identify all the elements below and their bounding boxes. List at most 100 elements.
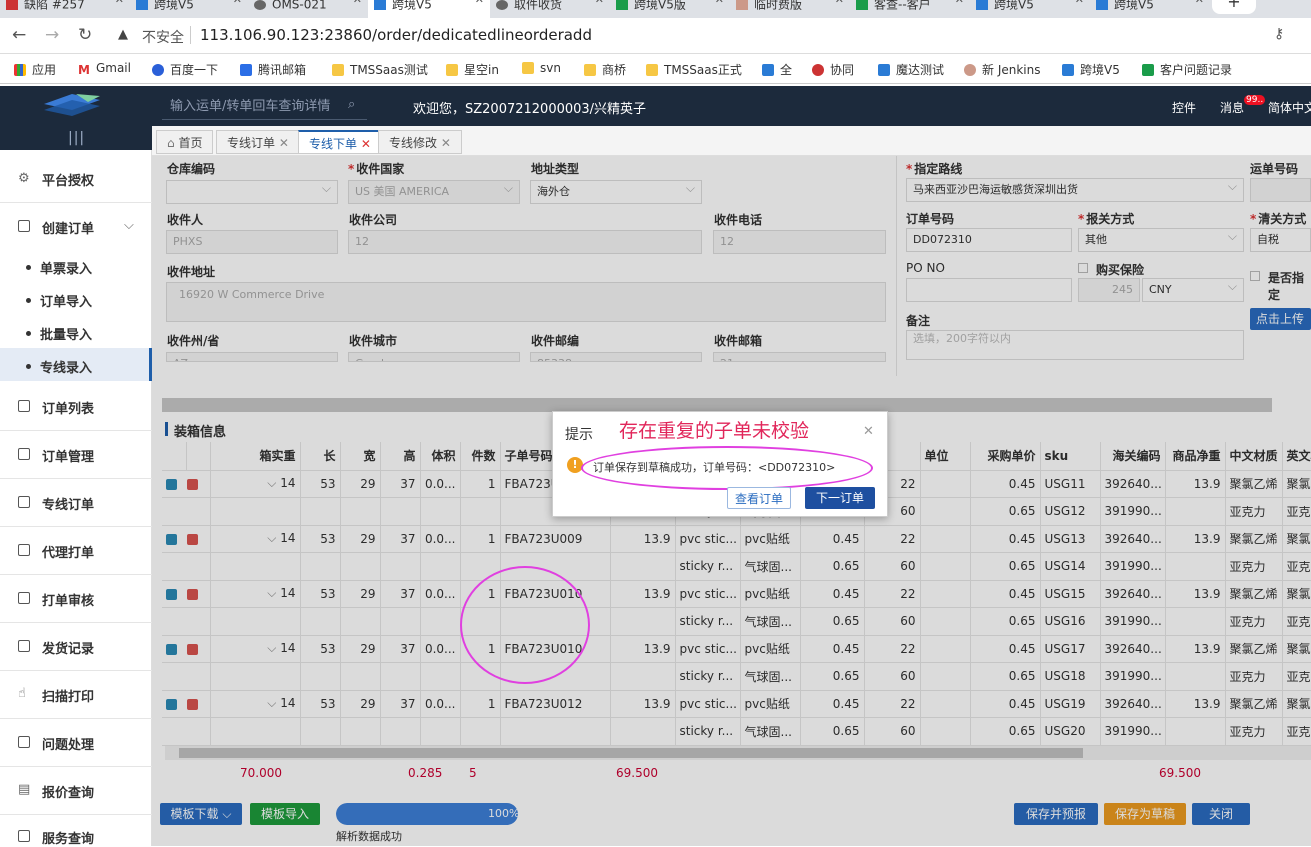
tab-favicon-icon (374, 0, 386, 10)
bookmark-item[interactable]: TMSSaas测试 (332, 61, 428, 78)
next-order-button[interactable]: 下一订单 (805, 487, 875, 509)
close-icon[interactable]: ✕ (835, 0, 844, 5)
key-icon[interactable]: ⚷ (1274, 26, 1284, 42)
page-tab-bar: ⌂ 首页 专线订单 ✕ 专线下单 ✕ 专线修改 ✕ (152, 126, 1311, 156)
bookmark-item[interactable]: 百度一下 (152, 61, 218, 78)
menu-toggle-icon[interactable]: ||| (68, 130, 85, 146)
annotation-text: 存在重复的子单未校验 (619, 420, 810, 442)
close-icon[interactable]: ✕ (715, 0, 724, 5)
bookmark-item[interactable]: TMSSaas正式 (646, 61, 742, 78)
bookmark-item[interactable]: 全 (762, 61, 792, 78)
bookmark-item[interactable]: M Gmail (78, 61, 131, 77)
close-icon[interactable]: ✕ (441, 136, 451, 150)
tab-favicon-icon (736, 0, 748, 10)
issue-icon (18, 736, 30, 748)
cowork-icon (812, 64, 824, 76)
tab-dedicated-add[interactable]: 专线下单 ✕ (298, 130, 382, 154)
browser-tab[interactable]: 临时费版✕ (730, 0, 850, 18)
language-switch[interactable]: 简体中文 (1268, 99, 1311, 116)
divider (0, 622, 152, 623)
divider (0, 430, 152, 431)
sidebar: ⚙ 平台授权 创建订单 ⌵ 单票录入 订单导入 批量导入 专线录入 订单列表 订单管… (0, 150, 152, 847)
divider (0, 478, 152, 479)
bookmark-item[interactable]: 客户问题记录 (1142, 61, 1232, 78)
tab-home[interactable]: ⌂ 首页 (156, 130, 214, 154)
record-icon (18, 640, 30, 652)
url-field[interactable]: 113.106.90.123:23860/order/dedicatedline… (200, 26, 592, 44)
bookmark-apps[interactable]: 应用 (14, 61, 56, 78)
search-icon[interactable]: ⌕ (348, 97, 355, 112)
search-input[interactable]: 输入运单/转单回车查询详情 (162, 94, 367, 120)
tab-dedicated-edit[interactable]: 专线修改 ✕ (378, 130, 462, 154)
bookmarks-bar: 应用 M Gmail 百度一下 腾讯邮箱 TMSSaas测试 星空in svn 商… (0, 54, 1311, 84)
back-icon[interactable]: ← (12, 25, 26, 45)
tab-dedicated-orders[interactable]: 专线订单 ✕ (216, 130, 300, 154)
messages-link[interactable]: 消息 (1220, 99, 1244, 116)
sidebar-subitem-batch-import[interactable]: 批量导入 (26, 324, 92, 343)
chevron-down-icon: ⌵ (124, 218, 134, 233)
manage-icon (18, 448, 30, 460)
bookmark-item[interactable]: 魔达测试 (878, 61, 944, 78)
folder-icon (646, 64, 658, 76)
warning-icon: ▲ (118, 27, 128, 42)
close-icon[interactable]: ✕ (279, 136, 289, 150)
service-icon (18, 830, 30, 842)
close-icon[interactable]: ✕ (233, 0, 242, 5)
folder-icon (446, 64, 458, 76)
bookmark-item[interactable]: 星空in (446, 61, 499, 78)
forward-icon[interactable]: → (45, 25, 59, 45)
browser-tab[interactable]: 缺陷 #257✕ (0, 0, 130, 18)
browser-tab[interactable]: 跨境V5版✕ (610, 0, 730, 18)
new-tab-button[interactable]: + (1212, 0, 1256, 14)
browser-tab[interactable]: 跨境V5✕ (970, 0, 1090, 18)
bookmark-item[interactable]: 商桥 (584, 61, 626, 78)
baidu-icon (152, 64, 164, 76)
annotation-ellipse (581, 446, 873, 490)
close-icon[interactable]: ✕ (955, 0, 964, 5)
bookmark-item[interactable]: 协同 (812, 61, 854, 78)
tab-favicon-icon (6, 0, 18, 10)
divider (0, 526, 152, 527)
browser-tab[interactable]: OMS-021✕ (248, 0, 368, 18)
address-bar-row: ← → ↻ ▲ 不安全 113.106.90.123:23860/order/d… (0, 18, 1311, 54)
divider (0, 718, 152, 719)
bookmark-item[interactable]: 腾讯邮箱 (240, 61, 306, 78)
v5-icon (878, 64, 890, 76)
tab-favicon-icon (616, 0, 628, 10)
tab-favicon-icon (496, 0, 508, 10)
welcome-text: 欢迎您，SZ2007212000003/兴精英子 (413, 102, 647, 117)
close-icon[interactable]: ✕ (361, 137, 371, 151)
browser-tab[interactable]: 跨境V5✕ (130, 0, 248, 18)
bookmark-item[interactable]: 新 Jenkins (964, 61, 1040, 78)
security-status[interactable]: 不安全 (142, 27, 184, 47)
sheets-icon (1142, 64, 1154, 76)
logo-icon (44, 94, 100, 116)
warning-icon: ! (567, 457, 583, 473)
browser-tab[interactable]: 取件收货✕ (490, 0, 610, 18)
browser-tab-active[interactable]: 跨境V5✕ (368, 0, 490, 18)
close-icon[interactable]: ✕ (115, 0, 124, 5)
close-icon[interactable]: ✕ (353, 0, 362, 5)
sidebar-subitem-order-import[interactable]: 订单导入 (26, 291, 92, 310)
tab-favicon-icon (136, 0, 148, 10)
close-icon[interactable]: ✕ (1075, 0, 1084, 5)
bookmark-item[interactable]: 跨境V5 (1062, 61, 1120, 78)
folder-icon (584, 64, 596, 76)
browser-tab[interactable]: 跨境V5✕ (1090, 0, 1210, 18)
folder-icon (332, 64, 344, 76)
view-order-button[interactable]: 查看订单 (727, 487, 791, 509)
folder-icon (522, 62, 534, 74)
reload-icon[interactable]: ↻ (78, 25, 92, 45)
browser-tab[interactable]: 客查--客户✕ (850, 0, 970, 18)
close-icon[interactable]: ✕ (1195, 0, 1204, 5)
sidebar-subitem-single[interactable]: 单票录入 (26, 258, 92, 277)
quote-icon: ▤ (18, 782, 31, 797)
browser-tab-bar: 缺陷 #257✕ 跨境V5✕ OMS-021✕ 跨境V5✕ 取件收货✕ 跨境V5… (0, 0, 1311, 18)
close-icon[interactable]: ✕ (863, 424, 874, 439)
close-icon[interactable]: ✕ (475, 0, 484, 5)
plugin-link[interactable]: 控件 (1172, 99, 1196, 116)
sidebar-subitem-dedicated-entry[interactable]: 专线录入 (26, 357, 92, 376)
tab-favicon-icon (1096, 0, 1108, 10)
bookmark-item[interactable]: svn (522, 61, 561, 75)
close-icon[interactable]: ✕ (595, 0, 604, 5)
